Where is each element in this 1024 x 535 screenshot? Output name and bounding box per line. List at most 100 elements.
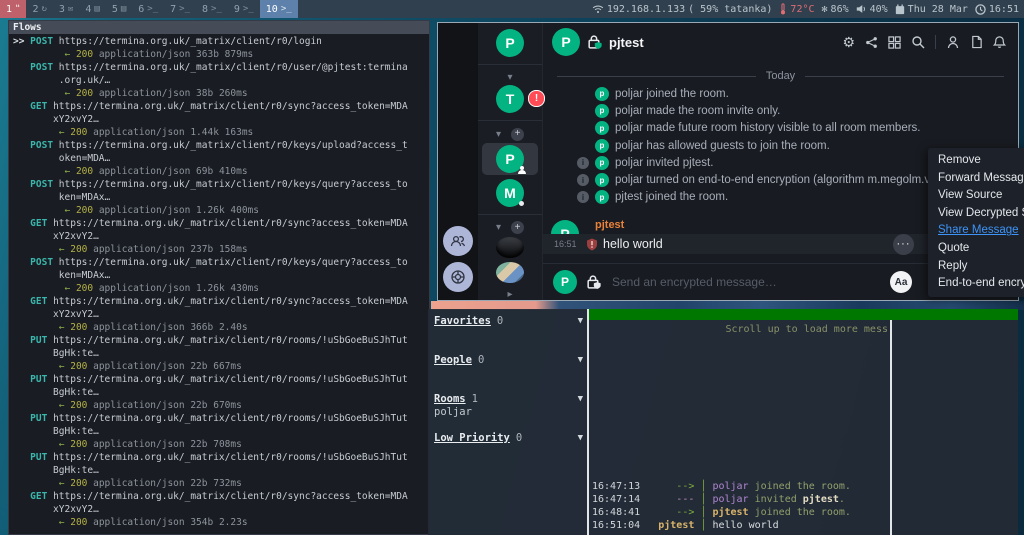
workspace-button[interactable]: 8 >_ — [196, 0, 228, 18]
section-header[interactable]: Favorites 0 ▼ — [434, 315, 583, 328]
event-avatar[interactable]: p — [595, 173, 609, 187]
files-icon[interactable] — [970, 35, 983, 49]
format-text-button[interactable]: Aa — [890, 271, 912, 293]
workspace-icon: >_ — [281, 4, 292, 14]
room-avatar-pjtest[interactable]: P — [496, 145, 524, 173]
thermometer-icon — [779, 3, 787, 15]
room-header-avatar[interactable]: P — [552, 28, 580, 56]
search-icon[interactable] — [911, 35, 925, 49]
room-avatar-m[interactable]: M — [496, 179, 524, 207]
composer-avatar[interactable]: P — [553, 270, 577, 294]
workspace-button[interactable]: 9 >_ — [228, 0, 260, 18]
section-invites-header[interactable]: ▾ — [478, 72, 542, 83]
notifications-bell-icon[interactable] — [993, 35, 1006, 49]
text-segment: application/json 1.26k 400ms — [93, 205, 259, 216]
collapse-triangle-icon[interactable]: ▼ — [578, 354, 583, 367]
section-lowpriority-header[interactable]: ▾ + — [478, 221, 542, 234]
timeline-event: i p poljar made the room invite only. — [543, 102, 1018, 119]
context-menu-item[interactable]: Reply — [938, 258, 1024, 276]
room-avatar-image[interactable] — [496, 262, 524, 283]
event-avatar[interactable]: p — [595, 87, 609, 101]
collapse-triangle-icon[interactable]: ▼ — [578, 432, 583, 445]
chat-log-line: 16:51:04 pjtest │ hello world — [592, 519, 851, 532]
flow-list[interactable]: >> POST https://termina.org.uk/_matrix/c… — [9, 34, 429, 529]
text-segment: ← — [64, 88, 75, 99]
text-segment — [13, 205, 64, 216]
text-segment: POST — [30, 257, 53, 268]
explore-button[interactable] — [443, 262, 473, 292]
text-segment — [13, 257, 30, 268]
message-options-button[interactable]: ··· — [893, 234, 914, 255]
members-icon[interactable] — [946, 35, 960, 49]
text-segment: 16:51:04 — [592, 520, 640, 531]
context-menu-item[interactable]: Share Message — [938, 222, 1024, 240]
room-name[interactable]: pjtest — [609, 35, 644, 50]
event-avatar[interactable]: p — [595, 121, 609, 135]
flow-line: xY2xvY2… — [13, 113, 429, 126]
unverified-shield-icon — [586, 238, 598, 251]
text-segment: ← — [59, 361, 70, 372]
room-avatar-t[interactable]: T — [496, 85, 524, 113]
context-menu-item[interactable]: Forward Message — [938, 170, 1024, 188]
context-menu-item[interactable]: Quote — [938, 240, 1024, 258]
workspace-button[interactable]: 4 ▤ — [79, 0, 105, 18]
event-avatar[interactable]: p — [595, 104, 609, 118]
section-header[interactable]: Low Priority 0 ▼ — [434, 432, 583, 445]
text-segment: oken=MDA… — [13, 153, 110, 164]
share-icon[interactable] — [865, 36, 878, 49]
apps-grid-icon[interactable] — [888, 36, 901, 49]
flow-line: ← 200 application/json 363b 879ms — [13, 48, 429, 61]
section-header[interactable]: Rooms 1 ▼ — [434, 393, 583, 406]
group-people-button[interactable] — [443, 226, 473, 256]
message-input[interactable] — [610, 274, 881, 290]
room-list-item[interactable]: poljar — [434, 406, 583, 419]
workspace-button[interactable]: 3 ✉ — [53, 0, 79, 18]
workspace-button[interactable]: 2 ↻ — [26, 0, 52, 18]
chat-log[interactable]: 16:47:13 --> │ poljar joined the room.16… — [592, 480, 851, 532]
context-menu-item[interactable]: View Source — [938, 187, 1024, 205]
settings-icon[interactable]: ⚙ — [842, 35, 855, 49]
room-item-pjtest-selected[interactable]: P — [482, 143, 538, 175]
text-segment: GET — [30, 296, 47, 307]
workspace-button[interactable]: 6 >_ — [132, 0, 164, 18]
workspace-button[interactable]: 10 >_ — [260, 0, 298, 18]
context-menu-item[interactable]: End-to-end encry — [938, 275, 1024, 293]
text-segment: PUT — [30, 374, 47, 385]
text-segment: 200 — [70, 517, 87, 528]
workspace-number: 7 — [170, 4, 176, 15]
context-menu-item[interactable]: View Decrypted S — [938, 205, 1024, 223]
room-item-t[interactable]: T ! — [496, 85, 524, 113]
text-segment: application/json 22b 708ms — [87, 439, 241, 450]
add-room-button[interactable]: + — [511, 128, 524, 141]
workspace-button[interactable]: 5 ▤ — [106, 0, 132, 18]
temperature-value: 72°C — [790, 4, 814, 15]
collapse-triangle-icon[interactable]: ▼ — [578, 393, 583, 406]
section-header[interactable]: People 0 ▼ — [434, 354, 583, 367]
user-avatar[interactable]: P — [496, 29, 524, 57]
text-segment — [13, 166, 64, 177]
divider — [478, 214, 542, 215]
text-segment: https://termina.org.uk/_matrix/client/r0… — [47, 452, 407, 463]
workspace-button[interactable]: 1 ❝ — [0, 0, 26, 18]
text-segment: application/json 22b 732ms — [87, 478, 241, 489]
room-avatar-image[interactable] — [496, 237, 524, 258]
text-segment: application/json 38b 260ms — [93, 88, 247, 99]
room-list-section: Low Priority 0 ▼ — [434, 432, 583, 458]
text-segment: xY2xvY2… — [13, 504, 99, 515]
text-segment: https://termina.org.uk/_matrix/client/r0… — [47, 491, 407, 502]
flow-line: xY2xvY2… — [13, 503, 429, 516]
event-avatar[interactable]: p — [595, 156, 609, 170]
flow-line: ← 200 application/json 1.44k 163ms — [13, 126, 429, 139]
flow-line: ← 200 application/json 22b 667ms — [13, 360, 429, 373]
nicklist-separator[interactable] — [890, 320, 892, 535]
mitmproxy-window[interactable]: Flows >> POST https://termina.org.uk/_ma… — [8, 20, 430, 535]
context-menu-item[interactable]: Remove — [938, 152, 1024, 170]
text-segment — [13, 361, 59, 372]
event-avatar[interactable]: p — [595, 190, 609, 204]
add-room-button[interactable]: + — [511, 221, 524, 234]
expand-panel-button[interactable]: ▸ — [507, 289, 512, 300]
event-avatar[interactable]: p — [595, 139, 609, 153]
workspace-button[interactable]: 7 >_ — [164, 0, 196, 18]
section-rooms-header[interactable]: ▾ + — [478, 128, 542, 141]
collapse-triangle-icon[interactable]: ▼ — [578, 315, 583, 328]
